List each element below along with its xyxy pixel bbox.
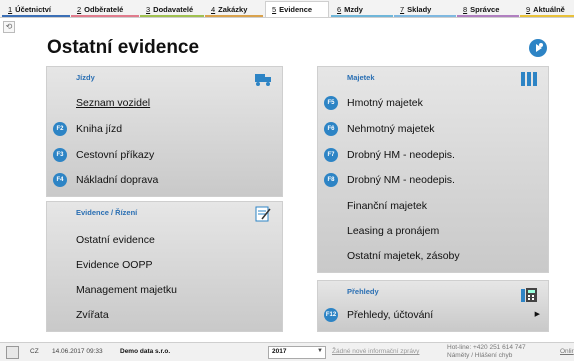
company-name[interactable]: Demo data s.r.o. — [120, 348, 170, 355]
panel-title: Majetek — [347, 73, 375, 82]
tab-color-bar — [2, 15, 70, 17]
tab-color-bar — [394, 15, 456, 17]
menu-item-ostatni-majetek[interactable]: Ostatní majetek, zásoby — [318, 244, 548, 268]
panel-header: Jízdy — [47, 67, 282, 89]
menu-item-leasing-pronajem[interactable]: Leasing a pronájem — [318, 219, 548, 243]
notepad-icon — [254, 206, 272, 222]
tab-color-bar — [331, 15, 393, 17]
tab-spravce[interactable]: 8 Správce — [457, 2, 519, 17]
fkey-badge-icon: F2 — [53, 122, 67, 136]
fkey-badge-icon: F8 — [324, 173, 338, 187]
language-indicator[interactable]: CZ — [30, 348, 39, 355]
fkey-badge-icon: F12 — [324, 308, 338, 322]
menu-item-financni-majetek[interactable]: Finanční majetek — [318, 194, 548, 218]
sidebar-toggle-icon[interactable]: ⟲ — [3, 21, 15, 33]
panel-title: Jízdy — [76, 73, 95, 82]
menu-item-management-majetku[interactable]: Management majetku — [47, 278, 282, 302]
page-title: Ostatní evidence — [47, 37, 200, 58]
panel-header: Přehledy — [318, 281, 548, 303]
messages-link[interactable]: Žádné nové informační zprávy — [332, 348, 419, 355]
menu-item-hmotny-majetek[interactable]: F5 Hmotný majetek — [318, 91, 548, 115]
status-bar: CZ 14.06.2017 09:33 Demo data s.r.o. 201… — [0, 342, 574, 361]
menu-item-evidence-oopp[interactable]: Evidence OOPP — [47, 253, 282, 277]
tab-ucetnictvi[interactable]: 1 Účetnictví — [2, 2, 70, 17]
ideas-link[interactable]: Náměty / Hlášení chyb — [447, 352, 512, 359]
fkey-badge-icon: F7 — [324, 148, 338, 162]
fkey-badge-icon: F5 — [324, 96, 338, 110]
truck-icon — [254, 71, 272, 87]
tab-odberatele[interactable]: 2 Odběratelé — [71, 2, 139, 17]
panel-prehledy: Přehledy F12 Přehledy, účtování ▶ — [317, 280, 549, 332]
tab-aktualne[interactable]: 9 Aktuálně — [520, 2, 574, 17]
hotline-text: Hot-line: +420 251 614 747 — [447, 344, 526, 351]
datetime: 14.06.2017 09:33 — [52, 348, 103, 355]
tab-color-bar — [140, 15, 204, 17]
menu-item-nehmotny-majetek[interactable]: F6 Nehmotný majetek — [318, 117, 548, 141]
menu-item-seznam-vozidel[interactable]: Seznam vozidel — [47, 91, 282, 115]
menu-item-drobny-hm[interactable]: F7 Drobný HM - neodepis. — [318, 143, 548, 167]
tab-zakazky[interactable]: 4 Zakázky — [205, 2, 263, 17]
menu-item-ostatni-evidence[interactable]: Ostatní evidence — [47, 228, 282, 252]
menu-item-kniha-jizd[interactable]: F2 Kniha jízd — [47, 117, 282, 141]
power-icon[interactable] — [6, 346, 19, 359]
tab-mzdy[interactable]: 6 Mzdy — [331, 2, 393, 17]
panel-jizdy: Jízdy Seznam vozidel F2 Kniha jízd F3 Cest… — [46, 66, 283, 197]
online-link[interactable]: Onlir — [560, 348, 574, 355]
binders-icon — [520, 71, 538, 87]
tab-color-bar — [205, 15, 263, 17]
panel-title: Přehledy — [347, 287, 379, 296]
fkey-badge-icon: F6 — [324, 122, 338, 136]
menu-item-cestovni-prikazy[interactable]: F3 Cestovní příkazy — [47, 143, 282, 167]
tab-sklady[interactable]: 7 Sklady — [394, 2, 456, 17]
menu-item-prehledy-uctovani[interactable]: F12 Přehledy, účtování ▶ — [318, 303, 548, 327]
calculator-icon — [520, 287, 538, 303]
chevron-down-icon: ▼ — [317, 348, 323, 354]
panel-majetek: Majetek F5 Hmotný majetek F6 Nehmotný maje… — [317, 66, 549, 273]
panel-evidence-rizeni: Evidence / Řízení Ostatní evidence Evide… — [46, 201, 283, 332]
panel-header: Evidence / Řízení — [47, 202, 282, 224]
submenu-arrow-icon: ▶ — [534, 311, 540, 318]
fkey-badge-icon: F4 — [53, 173, 67, 187]
panel-header: Majetek — [318, 67, 548, 89]
menu-item-nakladni-doprava[interactable]: F4 Nákladní doprava — [47, 168, 282, 192]
year-select[interactable]: 2017 ▼ — [268, 346, 326, 359]
tab-color-bar — [71, 15, 139, 17]
menu-item-drobny-nm[interactable]: F8 Drobný NM - neodepis. — [318, 168, 548, 192]
menu-item-zvirata[interactable]: Zvířata — [47, 303, 282, 327]
tab-color-bar — [520, 15, 574, 17]
help-icon[interactable] — [529, 39, 547, 57]
tab-evidence[interactable]: 5 Evidence — [265, 1, 329, 17]
tab-color-bar — [457, 15, 519, 17]
panel-title: Evidence / Řízení — [76, 208, 138, 217]
module-tab-bar: 1 Účetnictví 2 Odběratelé 3 Dodavatelé 4 Zak… — [0, 0, 574, 18]
tab-dodavatele[interactable]: 3 Dodavatelé — [140, 2, 204, 17]
fkey-badge-icon: F3 — [53, 148, 67, 162]
